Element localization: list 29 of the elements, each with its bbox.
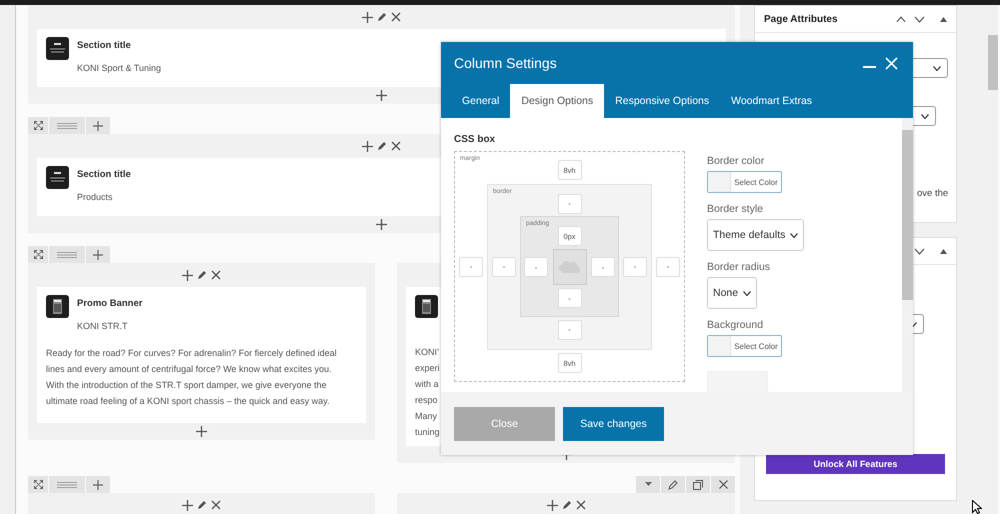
- element-title: Section title: [77, 40, 132, 51]
- tab[interactable]: Responsive Options: [604, 84, 720, 118]
- select-field[interactable]: None: [707, 277, 758, 309]
- save-button[interactable]: Save changes: [563, 406, 664, 440]
- color-picker-button[interactable]: Select Color: [707, 335, 782, 357]
- panel-title: Page Attributes: [764, 14, 838, 24]
- element-title: Promo Banner: [77, 298, 142, 309]
- element-text: with a: [415, 378, 439, 391]
- unlock-button[interactable]: Unlock All Features: [766, 454, 945, 474]
- field-label: Border radius: [707, 261, 770, 273]
- select-field[interactable]: Theme defaults: [707, 219, 804, 251]
- element-subtitle: Products: [77, 192, 114, 202]
- tab[interactable]: Woodmart Extras: [720, 84, 824, 118]
- element-title: Section title: [77, 169, 131, 180]
- element-text: respo: [415, 394, 438, 407]
- element-text: tuning: [415, 426, 440, 439]
- dialog-title: Column Settings: [454, 55, 558, 71]
- color-picker-button[interactable]: Select Color: [707, 171, 782, 193]
- element-subtitle: KONI Sport & Tuning: [77, 63, 162, 73]
- element-text: Many: [415, 410, 438, 423]
- tab[interactable]: General: [451, 84, 510, 118]
- element-subtitle: KONI STR.T: [77, 321, 129, 331]
- field-label: Background: [707, 319, 764, 331]
- element-text: Ready for the road? For curves? For adrenalin? For fiercely defined ideal lines and every amount of centrifugal force? We know what excites you. With the introduction of the STR.T sport damper, we give everyone the ultimate road feeling of a KONI sport chassis – the quick and easy way.: [46, 347, 338, 408]
- element-text: KONI’: [415, 346, 440, 359]
- element-text: experi: [415, 362, 440, 375]
- tab[interactable]: Design Options: [510, 84, 604, 118]
- help-text: ove the: [917, 188, 950, 199]
- section-label: CSS box: [454, 134, 496, 145]
